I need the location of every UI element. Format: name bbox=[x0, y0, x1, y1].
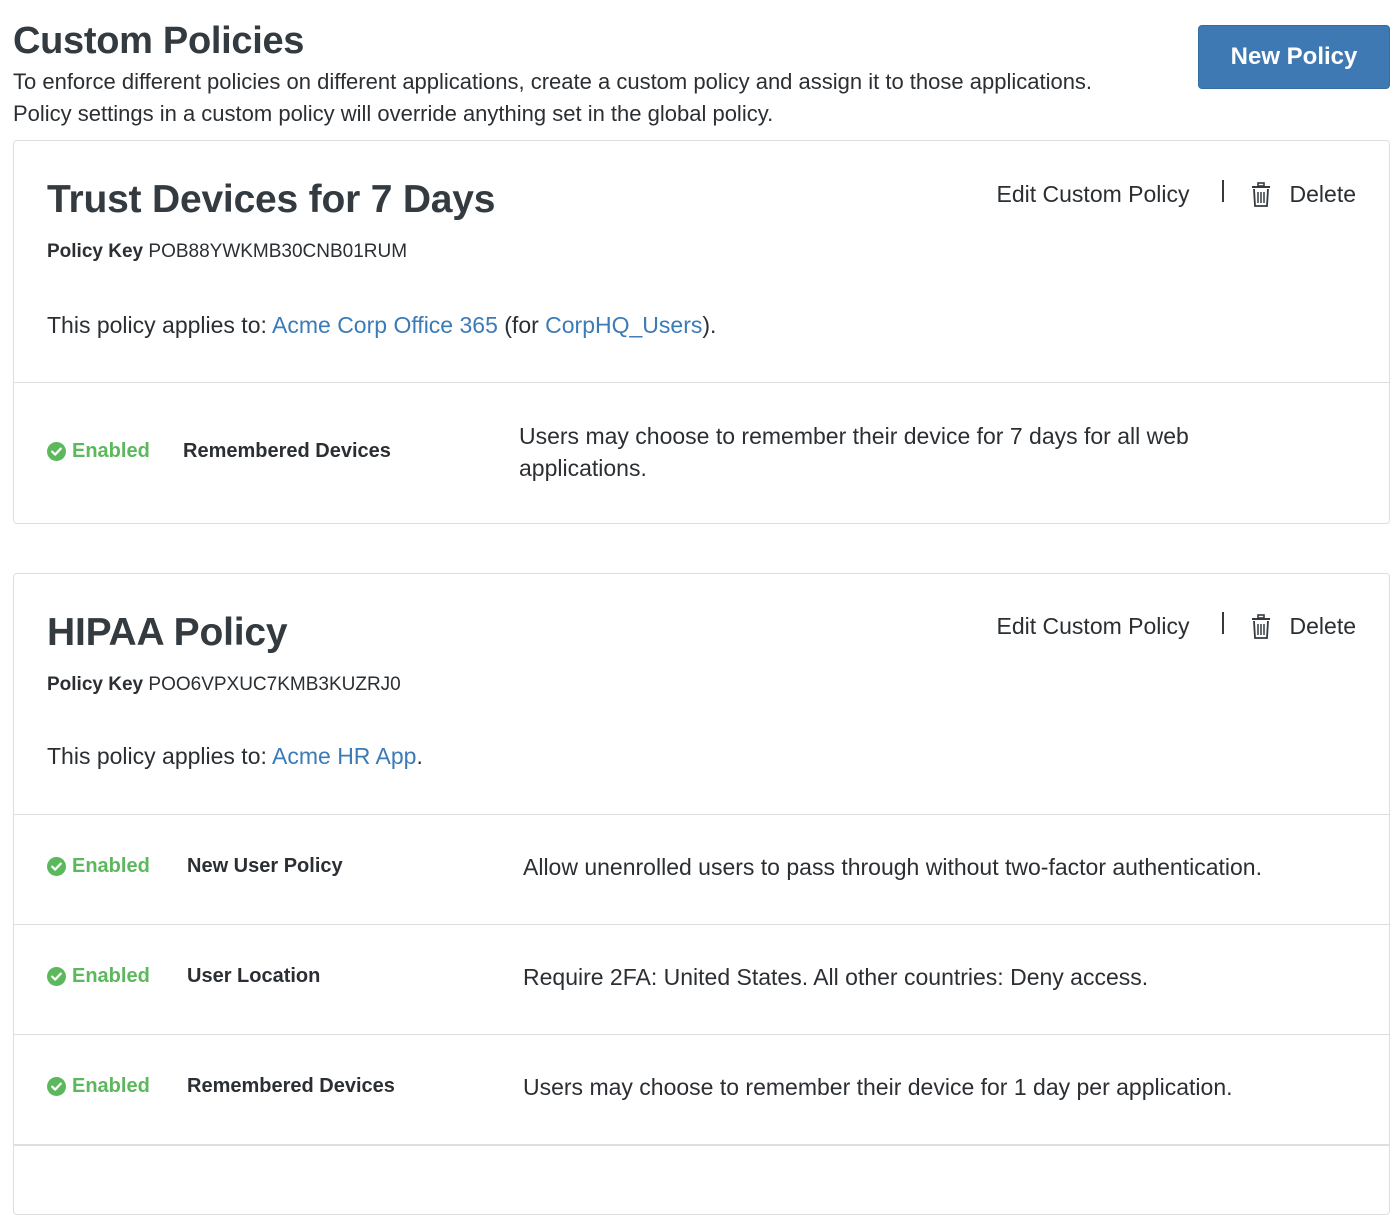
application-link[interactable]: Acme Corp Office 365 bbox=[272, 312, 498, 338]
setting-name: Remembered Devices bbox=[183, 440, 391, 462]
setting-name: User Location bbox=[187, 965, 321, 987]
custom-policies-page: Custom Policies To enforce different pol… bbox=[13, 0, 1390, 1215]
trash-icon bbox=[1251, 613, 1270, 639]
edit-custom-policy-link[interactable]: Edit Custom Policy bbox=[997, 613, 1190, 640]
applies-for-prefix: (for bbox=[497, 312, 546, 338]
edit-custom-policy-link[interactable]: Edit Custom Policy bbox=[997, 181, 1190, 208]
policy-key-label: Policy Key bbox=[47, 241, 144, 262]
setting-name: Remembered Devices bbox=[187, 1075, 395, 1097]
status-badge: Enabled bbox=[47, 965, 150, 988]
check-circle-icon bbox=[47, 442, 66, 461]
policy-actions: Edit Custom Policy Delete bbox=[997, 179, 1356, 208]
status-badge: Enabled bbox=[47, 440, 150, 463]
policy-key-value: POO6VPXUC7KMB3KUZRJ0 bbox=[148, 674, 401, 695]
policy-card-header: HIPAA Policy Policy Key POO6VPXUC7KMB3KU… bbox=[14, 574, 1389, 815]
applies-suffix: . bbox=[416, 743, 423, 769]
status-label: Enabled bbox=[72, 965, 150, 987]
status-label: Enabled bbox=[72, 440, 150, 462]
policy-card-trust-devices: Trust Devices for 7 Days Policy Key POB8… bbox=[13, 140, 1390, 524]
group-link[interactable]: CorpHQ_Users bbox=[545, 312, 702, 338]
policy-card-header: Trust Devices for 7 Days Policy Key POB8… bbox=[14, 141, 1389, 383]
page-header: Custom Policies To enforce different pol… bbox=[13, 0, 1390, 140]
policy-actions: Edit Custom Policy Delete bbox=[997, 611, 1356, 640]
page-description: To enforce different policies on differe… bbox=[13, 66, 1183, 130]
setting-description: Users may choose to remember their devic… bbox=[523, 1074, 1233, 1100]
setting-description: Require 2FA: United States. All other co… bbox=[523, 964, 1149, 990]
applies-prefix: This policy applies to: bbox=[47, 743, 273, 769]
policy-key: Policy Key POO6VPXUC7KMB3KUZRJ0 bbox=[47, 674, 401, 696]
applies-prefix: This policy applies to: bbox=[47, 312, 273, 338]
policy-key-value: POB88YWKMB30CNB01RUM bbox=[148, 241, 408, 262]
policy-card-hipaa: HIPAA Policy Policy Key POO6VPXUC7KMB3KU… bbox=[13, 573, 1390, 1215]
setting-name: New User Policy bbox=[187, 855, 343, 877]
application-link[interactable]: Acme HR App bbox=[272, 743, 416, 769]
check-circle-icon bbox=[47, 967, 66, 986]
page-description-line-2: Policy settings in a custom policy will … bbox=[13, 101, 774, 126]
setting-description: Users may choose to remember their devic… bbox=[519, 423, 1189, 481]
status-badge: Enabled bbox=[47, 855, 150, 878]
policy-applies-to: This policy applies to: Acme Corp Office… bbox=[47, 312, 716, 339]
action-separator bbox=[1221, 179, 1224, 202]
setting-row-remembered-devices: Enabled Remembered Devices Users may cho… bbox=[14, 1035, 1389, 1145]
applies-suffix: ). bbox=[702, 312, 717, 338]
action-separator bbox=[1221, 611, 1224, 634]
delete-label: Delete bbox=[1289, 181, 1356, 207]
page-description-line-1: To enforce different policies on differe… bbox=[13, 69, 1093, 94]
setting-row-partial bbox=[14, 1145, 1389, 1206]
trash-icon bbox=[1251, 181, 1270, 207]
check-circle-icon bbox=[47, 1077, 66, 1096]
page-title: Custom Policies bbox=[13, 20, 305, 62]
delete-label: Delete bbox=[1289, 613, 1356, 639]
delete-policy-link[interactable]: Delete bbox=[1250, 181, 1356, 208]
setting-row-remembered-devices: Enabled Remembered Devices Users may cho… bbox=[14, 383, 1389, 523]
policy-name: HIPAA Policy bbox=[47, 611, 288, 654]
delete-policy-link[interactable]: Delete bbox=[1250, 613, 1356, 640]
check-circle-icon bbox=[47, 857, 66, 876]
policy-key-label: Policy Key bbox=[47, 674, 144, 695]
setting-row-new-user-policy: Enabled New User Policy Allow unenrolled… bbox=[14, 815, 1389, 925]
policy-name: Trust Devices for 7 Days bbox=[47, 178, 496, 221]
setting-description: Allow unenrolled users to pass through w… bbox=[523, 854, 1262, 880]
status-label: Enabled bbox=[72, 1075, 150, 1097]
setting-row-user-location: Enabled User Location Require 2FA: Unite… bbox=[14, 925, 1389, 1035]
status-badge: Enabled bbox=[47, 1075, 150, 1098]
policy-key: Policy Key POB88YWKMB30CNB01RUM bbox=[47, 241, 407, 263]
new-policy-button[interactable]: New Policy bbox=[1198, 25, 1390, 89]
status-label: Enabled bbox=[72, 855, 150, 877]
policy-applies-to: This policy applies to: Acme HR App. bbox=[47, 743, 423, 770]
